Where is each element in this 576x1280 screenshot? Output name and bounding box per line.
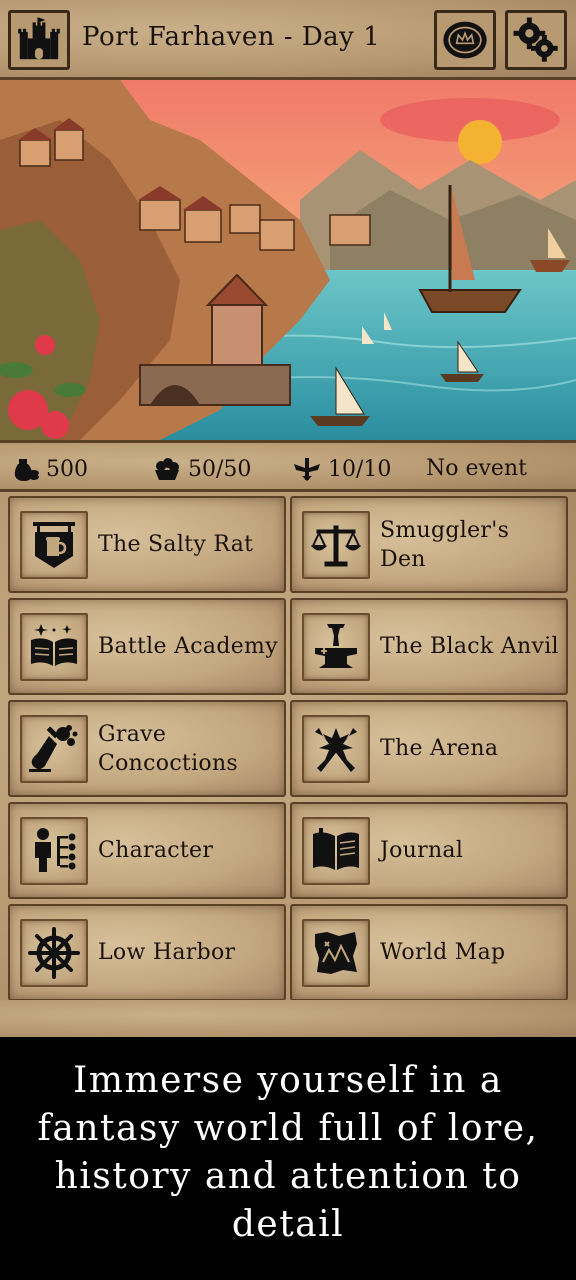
event-status: No event: [426, 456, 527, 481]
location-salty-rat[interactable]: The Salty Rat: [8, 496, 286, 593]
location-the-arena[interactable]: The Arena: [290, 700, 568, 797]
crossed-swords-icon: [302, 715, 370, 783]
location-smugglers-den[interactable]: Smuggler's Den: [290, 496, 568, 593]
gear-icon[interactable]: [505, 10, 567, 70]
location-label: World Map: [380, 940, 506, 965]
top-bar: Port Farhaven - Day 1: [0, 0, 576, 80]
location-label: Battle Academy: [98, 634, 278, 659]
location-grave-concoctions[interactable]: Grave Concoctions: [8, 700, 286, 797]
promo-text: Immerse yourself in a fantasy world full…: [37, 1060, 539, 1245]
food-basket-icon: [155, 458, 179, 480]
coin-icon[interactable]: [434, 10, 496, 70]
location-label: Character: [98, 838, 214, 863]
location-label: Low Harbor: [98, 940, 236, 965]
coin-bag-icon: [14, 459, 39, 481]
location-black-anvil[interactable]: The Black Anvil: [290, 598, 568, 695]
page-title: Port Farhaven - Day 1: [82, 22, 381, 52]
map-icon: [302, 919, 370, 987]
location-low-harbor[interactable]: Low Harbor: [8, 904, 286, 1001]
resource-bar: 500 50/50 10/10 No event: [0, 440, 576, 492]
food-value: 50/50: [188, 456, 252, 482]
location-label: Journal: [380, 838, 464, 863]
food-stat: 50/50: [152, 456, 251, 482]
location-label: The Black Anvil: [380, 634, 559, 659]
anvil-icon: [302, 613, 370, 681]
gold-value: 500: [46, 456, 88, 482]
gold-stat: 500: [10, 456, 88, 482]
guards-stat: 10/10: [292, 456, 391, 482]
ship-wheel-icon: [20, 919, 88, 987]
location-label: Smuggler's Den: [380, 517, 510, 572]
grid-footer: [0, 1000, 576, 1037]
event-text: No event: [426, 456, 527, 481]
location-journal[interactable]: Journal: [290, 802, 568, 899]
castle-icon[interactable]: [8, 10, 70, 70]
location-world-map[interactable]: World Map: [290, 904, 568, 1001]
tavern-sign-icon: [20, 511, 88, 579]
harbor-illustration: [0, 80, 576, 440]
potion-flask-icon: [20, 715, 88, 783]
promo-banner: Immerse yourself in a fantasy world full…: [0, 1037, 576, 1280]
character-tree-icon: [20, 817, 88, 885]
location-character[interactable]: Character: [8, 802, 286, 899]
guard-emblem-icon: [294, 458, 320, 481]
location-label: The Salty Rat: [98, 532, 254, 557]
location-battle-academy[interactable]: Battle Academy: [8, 598, 286, 695]
location-label: Grave Concoctions: [98, 721, 239, 776]
location-label: The Arena: [380, 736, 499, 761]
journal-icon: [302, 817, 370, 885]
scales-icon: [302, 511, 370, 579]
location-grid: The Salty Rat Smuggler's Den Battle Acad…: [0, 492, 576, 1038]
guards-value: 10/10: [328, 456, 392, 482]
open-book-icon: [20, 613, 88, 681]
